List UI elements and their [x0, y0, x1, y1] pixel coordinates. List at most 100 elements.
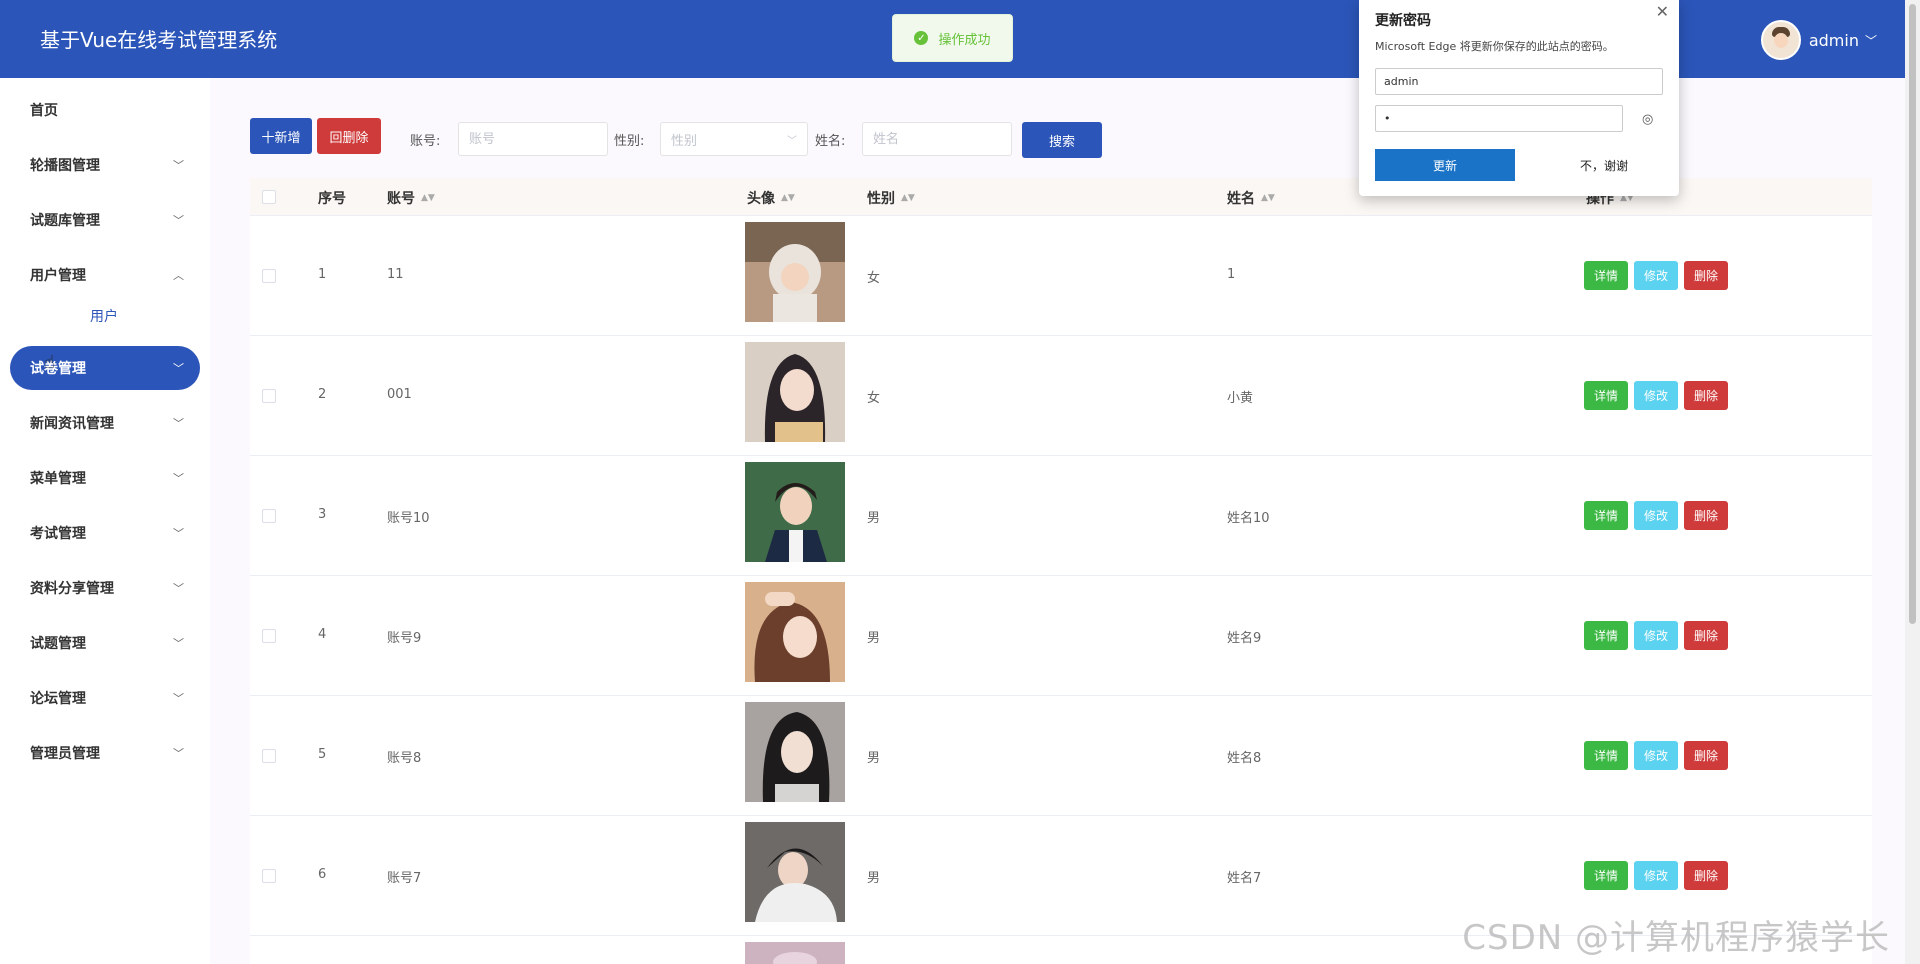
edit-button[interactable]: 修改	[1634, 861, 1678, 890]
avatar-photo[interactable]	[745, 462, 845, 562]
gender-select[interactable]: 性别 ﹀	[660, 122, 808, 156]
password-update-dialog: ✕ 更新密码 Microsoft Edge 将更新你保存的此站点的密码。 adm…	[1359, 0, 1679, 196]
decline-button[interactable]: 不，谢谢	[1549, 149, 1659, 181]
table-row: 3 账号10 男 姓名10 详情 修改 删除	[250, 456, 1872, 576]
eye-icon[interactable]: ◎	[1642, 112, 1653, 127]
account-search-input[interactable]	[458, 122, 608, 156]
add-button[interactable]: 十新增	[250, 118, 312, 154]
edit-button[interactable]: 修改	[1634, 501, 1678, 530]
sidebar-item-news[interactable]: 新闻资讯管理 ﹀	[10, 401, 200, 445]
password-field[interactable]: •	[1375, 105, 1623, 132]
sidebar-item-forum[interactable]: 论坛管理 ﹀	[10, 676, 200, 720]
row-checkbox[interactable]	[262, 749, 276, 763]
chevron-down-icon: ﹀	[173, 747, 184, 760]
avatar-photo[interactable]	[745, 342, 845, 442]
sidebar-item-exams[interactable]: 考试管理 ﹀	[10, 511, 200, 555]
chevron-down-icon: ﹀	[173, 417, 184, 430]
chevron-down-icon: ﹀	[173, 214, 184, 227]
row-actions: 详情 修改 删除	[1584, 261, 1734, 290]
table-row: 1 11 女 1 详情 修改 删除	[250, 216, 1872, 336]
sort-icon[interactable]: ▲▼	[1261, 193, 1275, 202]
sidebar-item-resources[interactable]: 资料分享管理 ﹀	[10, 566, 200, 610]
user-table: 序号 账号 ▲▼ 头像 ▲▼ 性别 ▲▼ 姓名 ▲▼ 操作 ▲▼ 1 11 女 1 详情 …	[250, 178, 1872, 964]
sidebar-item-questions[interactable]: 试题管理 ﹀	[10, 621, 200, 665]
sidebar-item-exam-papers[interactable]: 试卷管理 ﹀	[10, 346, 200, 390]
row-checkbox[interactable]	[262, 389, 276, 403]
success-toast: ✓ 操作成功	[892, 14, 1013, 62]
row-actions: 详情 修改 删除	[1584, 741, 1734, 770]
col-avatar[interactable]: 头像 ▲▼	[747, 188, 795, 208]
toast-text: 操作成功	[938, 32, 991, 48]
col-gender[interactable]: 性别 ▲▼	[867, 188, 915, 208]
delete-button[interactable]: 删除	[1684, 861, 1728, 890]
sort-icon[interactable]: ▲▼	[421, 193, 435, 202]
detail-button[interactable]: 详情	[1584, 741, 1628, 770]
chevron-up-icon: ︿	[173, 269, 184, 282]
page-scrollbar[interactable]	[1905, 0, 1920, 964]
chevron-down-icon: ﹀	[787, 135, 797, 147]
delete-button[interactable]: 删除	[1684, 261, 1728, 290]
scrollbar-thumb[interactable]	[1909, 4, 1916, 624]
row-checkbox[interactable]	[262, 269, 276, 283]
avatar-photo[interactable]	[745, 822, 845, 922]
edit-button[interactable]: 修改	[1634, 621, 1678, 650]
avatar-photo[interactable]	[745, 702, 845, 802]
avatar-photo[interactable]	[745, 942, 845, 964]
avatar-photo[interactable]	[745, 582, 845, 682]
name-search-input[interactable]	[862, 122, 1012, 156]
detail-button[interactable]: 详情	[1584, 861, 1628, 890]
close-icon[interactable]: ✕	[1656, 2, 1669, 21]
row-checkbox[interactable]	[262, 509, 276, 523]
sidebar-item-menu[interactable]: 菜单管理 ﹀	[10, 456, 200, 500]
row-checkbox[interactable]	[262, 869, 276, 883]
batch-delete-button[interactable]: 回删除	[317, 118, 381, 154]
sidebar-item-admins[interactable]: 管理员管理 ﹀	[10, 731, 200, 775]
sidebar: 首页 轮播图管理 ﹀ 试题库管理 ﹀ 用户管理 ︿ 用户 试卷管理 ﹀ 新闻资讯管理 ﹀ …	[0, 78, 210, 964]
avatar-photo[interactable]	[745, 222, 845, 322]
detail-button[interactable]: 详情	[1584, 621, 1628, 650]
search-button[interactable]: 搜索	[1022, 122, 1102, 158]
detail-button[interactable]: 详情	[1584, 261, 1628, 290]
chevron-down-icon: ﹀	[173, 637, 184, 650]
delete-button[interactable]: 删除	[1684, 621, 1728, 650]
delete-button[interactable]: 删除	[1684, 381, 1728, 410]
sidebar-subitem-user[interactable]: 用户	[90, 306, 118, 326]
account-filter-label: 账号:	[410, 134, 441, 149]
edit-button[interactable]: 修改	[1634, 261, 1678, 290]
detail-button[interactable]: 详情	[1584, 381, 1628, 410]
delete-button[interactable]: 删除	[1684, 741, 1728, 770]
hand-cursor-icon: ☝	[44, 352, 55, 373]
chevron-down-icon: ﹀	[173, 362, 184, 375]
chevron-down-icon[interactable]: ﹀	[1865, 32, 1877, 49]
chevron-down-icon: ﹀	[173, 692, 184, 705]
edit-button[interactable]: 修改	[1634, 741, 1678, 770]
sidebar-item-home[interactable]: 首页	[10, 88, 200, 132]
table-row: 4 账号9 男 姓名9 详情 修改 删除	[250, 576, 1872, 696]
sidebar-item-question-bank[interactable]: 试题库管理 ﹀	[10, 198, 200, 242]
chevron-down-icon: ﹀	[173, 582, 184, 595]
row-checkbox[interactable]	[262, 629, 276, 643]
check-circle-icon: ✓	[914, 31, 929, 45]
watermark: CSDN @计算机程序猿学长	[1462, 918, 1890, 958]
sidebar-item-carousel[interactable]: 轮播图管理 ﹀	[10, 143, 200, 187]
detail-button[interactable]: 详情	[1584, 501, 1628, 530]
dialog-title: 更新密码	[1375, 13, 1431, 29]
update-button[interactable]: 更新	[1375, 149, 1515, 181]
username[interactable]: admin	[1809, 31, 1859, 50]
sort-icon[interactable]: ▲▼	[781, 193, 795, 202]
sort-icon[interactable]: ▲▼	[901, 193, 915, 202]
col-account[interactable]: 账号 ▲▼	[387, 188, 435, 208]
col-name[interactable]: 姓名 ▲▼	[1227, 188, 1275, 208]
sidebar-item-users[interactable]: 用户管理 ︿	[10, 253, 200, 297]
row-actions: 详情 修改 删除	[1584, 861, 1734, 890]
delete-button[interactable]: 删除	[1684, 501, 1728, 530]
avatar[interactable]	[1760, 20, 1801, 60]
gender-filter-label: 性别:	[614, 134, 645, 149]
dialog-description: Microsoft Edge 将更新你保存的此站点的密码。	[1375, 40, 1614, 53]
table-row: 2 001 女 小黄 详情 修改 删除	[250, 336, 1872, 456]
user-menu[interactable]: admin ﹀	[1760, 20, 1877, 60]
username-field[interactable]: admin	[1375, 68, 1663, 95]
name-filter-label: 姓名:	[815, 134, 846, 149]
edit-button[interactable]: 修改	[1634, 381, 1678, 410]
select-all-checkbox[interactable]	[262, 190, 276, 204]
